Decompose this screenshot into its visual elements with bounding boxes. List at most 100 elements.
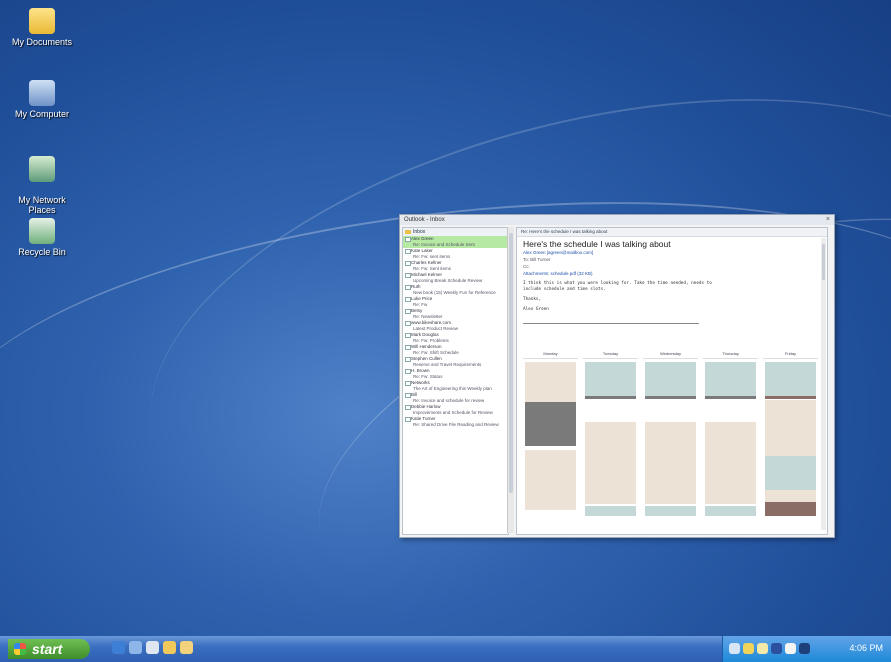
calendar-block [645,396,696,399]
calendar-block [765,456,816,490]
calendar-block [705,362,756,396]
message-from: Stephen Cullen [411,356,442,361]
start-button[interactable]: start [8,639,90,659]
network-places-icon [29,156,55,182]
message-from: H. Brown [411,368,430,373]
message-from: Katie Turner [411,416,436,421]
mail-window[interactable]: Outlook - Inbox × Inbox Alex Green Re: In… [399,214,835,538]
message-from[interactable]: Alex Green [agreen@mailbox.com] [517,249,827,256]
recycle-bin-icon [29,218,55,244]
calendar-block [585,362,636,396]
calendar-block [765,490,816,502]
message-from: www.bikeshare.com [411,320,452,325]
message-from: Alex Green [411,236,434,241]
messenger-icon[interactable] [743,643,754,654]
media-player-icon[interactable] [146,641,159,654]
calendar-block [765,400,816,456]
security-icon[interactable] [771,643,782,654]
desktop-icon-my-computer[interactable]: My Computer [2,80,82,119]
calendar-day-header: Tuesday [583,350,638,359]
calendar-block [645,362,696,396]
taskbar: start 4:06 PM [0,636,891,662]
calendar-day-header: Thursday [703,350,758,359]
update-icon[interactable] [799,643,810,654]
system-tray: 4:06 PM [722,636,891,662]
calendar-day-header: Monday [523,350,578,359]
calendar-column: Thursday [703,350,758,532]
calendar-block [705,422,756,504]
calendar-block [705,396,756,399]
calendar-block [585,396,636,399]
calendar-column: Wednesday [643,350,698,532]
clock: 4:06 PM [849,643,883,653]
message-from: Kate Laker [411,248,433,253]
window-title: Outlook - Inbox [404,217,445,223]
message-from: Ruth [411,284,421,289]
message-cc: Cc: [523,264,530,269]
folder-header: Inbox [403,228,508,236]
desktop-icon-label: Recycle Bin [18,247,66,257]
message-from: Betsy [411,308,423,313]
message-from: Debbie Harlow [411,404,441,409]
message-from: Networks [411,380,430,385]
message-list[interactable]: Inbox Alex Green Re: Invoice and Schedule… [402,227,509,535]
desktop-icon-my-documents[interactable]: My Documents [2,8,82,47]
desktop-icon-label: My Computer [14,109,69,119]
calendar-block [525,450,576,510]
calendar-block [705,506,756,516]
folder-name: Inbox [413,229,426,235]
message-to: To: Bill Turner [523,257,551,262]
calendar-column: Monday [523,350,578,532]
calendar-column: Tuesday [583,350,638,532]
calendar-block [645,422,696,504]
desktop-icon-label: My Documents [11,37,73,47]
notes-icon[interactable] [757,643,768,654]
reading-header-bar: Re: Here's the schedule I was talking ab… [517,228,827,237]
message-subject: Here's the schedule I was talking about [523,239,671,249]
start-label: start [32,641,63,657]
internet-explorer-icon[interactable] [112,641,125,654]
message-rows: Alex Green Re: Invoice and Schedule Sent K… [403,236,508,428]
calendar-block [765,396,816,399]
message-subject-line[interactable]: Re: Shared Drive File Reading and Review [403,422,508,428]
close-icon[interactable]: × [826,215,830,225]
message-from: Luke Price [411,296,433,301]
reading-pane-scrollbar[interactable] [821,238,826,530]
calendar-day-header: Wednesday [643,350,698,359]
folder-icon[interactable] [163,641,176,654]
desktop-icon-recycle-bin[interactable]: Recycle Bin [2,218,82,257]
message-body-line: I think this is what you were looking fo… [523,281,712,286]
windows-logo-icon [14,643,26,655]
calendar-block [765,502,816,516]
my-documents-icon [29,8,55,34]
desktop-icon-network-places[interactable]: My Network Places [2,146,82,225]
attachment-link[interactable]: Attachments: schedule.pdf (32 KB) [517,270,827,277]
scrollbar-thumb[interactable] [822,244,825,280]
message-signature: Alex Green [523,307,549,312]
message-signoff: Thanks, [523,297,542,302]
calendar-block [525,362,576,402]
schedule-calendar: Monday Tuesday Wednesday Thursday Friday [523,350,819,532]
my-computer-icon [29,80,55,106]
message-list-scrollbar[interactable] [507,227,514,533]
volume-icon[interactable] [785,643,796,654]
desktop-icon-label: My Network Places [18,195,66,215]
reading-pane: Re: Here's the schedule I was talking ab… [516,227,828,535]
message-from: Will Henderson [411,344,442,349]
desktop: My Documents My Computer My Network Plac… [0,0,891,636]
network-icon[interactable] [729,643,740,654]
desktop-icon[interactable] [180,641,193,654]
calendar-block [585,422,636,504]
message-from: Bill [411,392,418,397]
window-titlebar[interactable]: Outlook - Inbox × [400,215,834,225]
message-from: Charles Kellner [411,260,442,265]
divider [523,323,699,324]
folder-icon [405,230,411,234]
calendar-day-header: Friday [763,350,818,359]
message-from: Mark Douglas [411,332,439,337]
calendar-block [645,506,696,516]
calendar-block [765,362,816,396]
outlook-icon[interactable] [129,641,142,654]
message-from: Michael Kelmer [411,272,443,277]
scrollbar-thumb[interactable] [509,233,513,493]
